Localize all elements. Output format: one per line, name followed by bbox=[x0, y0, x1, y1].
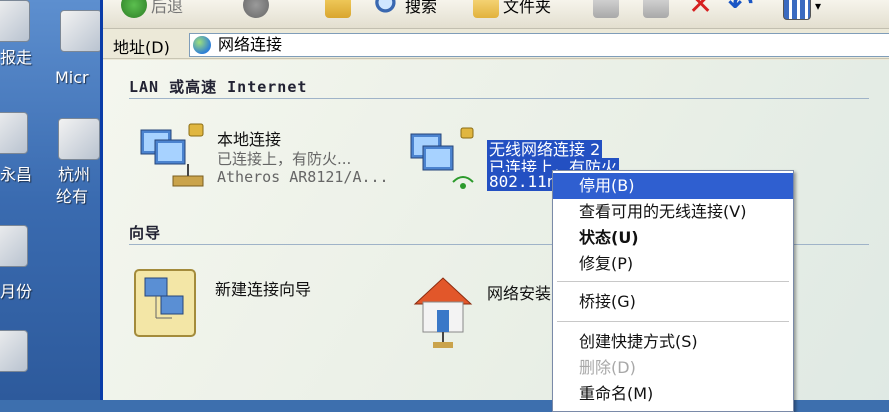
group-divider bbox=[129, 98, 869, 99]
lan-group-header: LAN 或高速 Internet bbox=[129, 78, 308, 96]
new-connection-wizard-label[interactable]: 新建连接向导 bbox=[215, 276, 311, 300]
up-folder-icon bbox=[325, 0, 351, 18]
desktop-icon-label[interactable]: 永昌 bbox=[0, 165, 32, 185]
desktop-file-icon[interactable] bbox=[0, 0, 30, 42]
up-folder-button[interactable] bbox=[325, 0, 351, 18]
wireless-connection-icon[interactable] bbox=[405, 124, 485, 204]
desktop-file-icon[interactable] bbox=[58, 118, 100, 160]
desktop-icon-label[interactable]: Micr bbox=[55, 68, 89, 88]
network-folder-icon bbox=[193, 36, 211, 54]
network-setup-wizard-icon[interactable] bbox=[409, 270, 481, 350]
chevron-down-icon: ▾ bbox=[815, 0, 822, 13]
lan-connection-device: Atheros AR8121/A... bbox=[217, 168, 389, 186]
desktop-file-icon[interactable] bbox=[0, 112, 28, 154]
address-label: 地址(D) bbox=[113, 38, 170, 57]
menu-separator bbox=[557, 281, 789, 282]
lan-connection-name[interactable]: 本地连接 bbox=[217, 126, 281, 150]
address-input[interactable]: 网络连接 bbox=[189, 33, 889, 57]
desktop-icon-label[interactable]: 报走 bbox=[0, 48, 32, 68]
menu-item-bridge[interactable]: 桥接(G) bbox=[553, 289, 793, 315]
toolbar: 后退 搜索 文件夹 ✕ ↶ ▾ bbox=[103, 0, 889, 29]
undo-button[interactable]: ↶ bbox=[728, 0, 754, 22]
views-button[interactable]: ▾ bbox=[783, 0, 821, 20]
views-grid-icon bbox=[783, 0, 811, 20]
menu-item-rename[interactable]: 重命名(M) bbox=[553, 381, 793, 407]
forward-button[interactable] bbox=[243, 0, 269, 18]
menu-item-disable[interactable]: 停用(B) bbox=[553, 173, 793, 199]
undo-icon: ↶ bbox=[728, 0, 754, 22]
wizard-group-header: 向导 bbox=[129, 224, 162, 242]
desktop-area: 报走 Micr 永昌 杭州 纶有 月份 bbox=[0, 0, 102, 400]
network-setup-wizard-label[interactable]: 网络安装 bbox=[487, 280, 551, 304]
folders-button[interactable]: 文件夹 bbox=[473, 0, 551, 18]
back-label: 后退 bbox=[151, 0, 184, 16]
menu-item-status[interactable]: 状态(U) bbox=[553, 225, 793, 251]
search-button[interactable]: 搜索 bbox=[375, 0, 437, 18]
desktop-icon-label[interactable]: 月份 bbox=[0, 282, 32, 302]
forward-arrow-icon bbox=[243, 0, 269, 18]
search-icon bbox=[375, 0, 401, 18]
wireless-connection-device: 802.11n bbox=[487, 172, 559, 191]
menu-item-repair[interactable]: 修复(P) bbox=[553, 251, 793, 277]
desktop-file-icon[interactable] bbox=[60, 10, 102, 52]
context-menu: 停用(B) 查看可用的无线连接(V) 状态(U) 修复(P) 桥接(G) 创建快… bbox=[552, 170, 794, 412]
desktop-file-icon[interactable] bbox=[0, 330, 28, 372]
menu-item-delete: 删除(D) bbox=[579, 358, 636, 377]
lan-connection-icon[interactable] bbox=[133, 120, 213, 200]
new-connection-wizard-icon[interactable] bbox=[131, 266, 203, 342]
address-value: 网络连接 bbox=[218, 35, 283, 54]
copy-to-button[interactable] bbox=[643, 0, 669, 18]
delete-x-icon: ✕ bbox=[688, 0, 714, 22]
desktop-file-icon[interactable] bbox=[0, 225, 28, 267]
desktop-icon-label[interactable]: 杭州 bbox=[58, 165, 90, 185]
back-arrow-icon bbox=[121, 0, 147, 18]
folders-label: 文件夹 bbox=[503, 0, 552, 16]
menu-item-view-wireless[interactable]: 查看可用的无线连接(V) bbox=[553, 199, 793, 225]
delete-button[interactable]: ✕ bbox=[688, 0, 714, 22]
folders-icon bbox=[473, 0, 499, 18]
desktop-icon-label[interactable]: 纶有 bbox=[56, 187, 88, 207]
address-bar: 地址(D) 网络连接 bbox=[103, 30, 889, 59]
lan-connection-status: 已连接上，有防火... bbox=[217, 150, 352, 168]
menu-item-create-shortcut[interactable]: 创建快捷方式(S) bbox=[553, 329, 793, 355]
menu-separator bbox=[557, 321, 789, 322]
search-label: 搜索 bbox=[405, 0, 438, 16]
back-button[interactable]: 后退 bbox=[121, 0, 183, 18]
copy-to-icon bbox=[643, 0, 669, 18]
move-to-icon bbox=[593, 0, 619, 18]
wireless-device-text: 802.11n bbox=[487, 172, 559, 191]
move-to-button[interactable] bbox=[593, 0, 619, 18]
